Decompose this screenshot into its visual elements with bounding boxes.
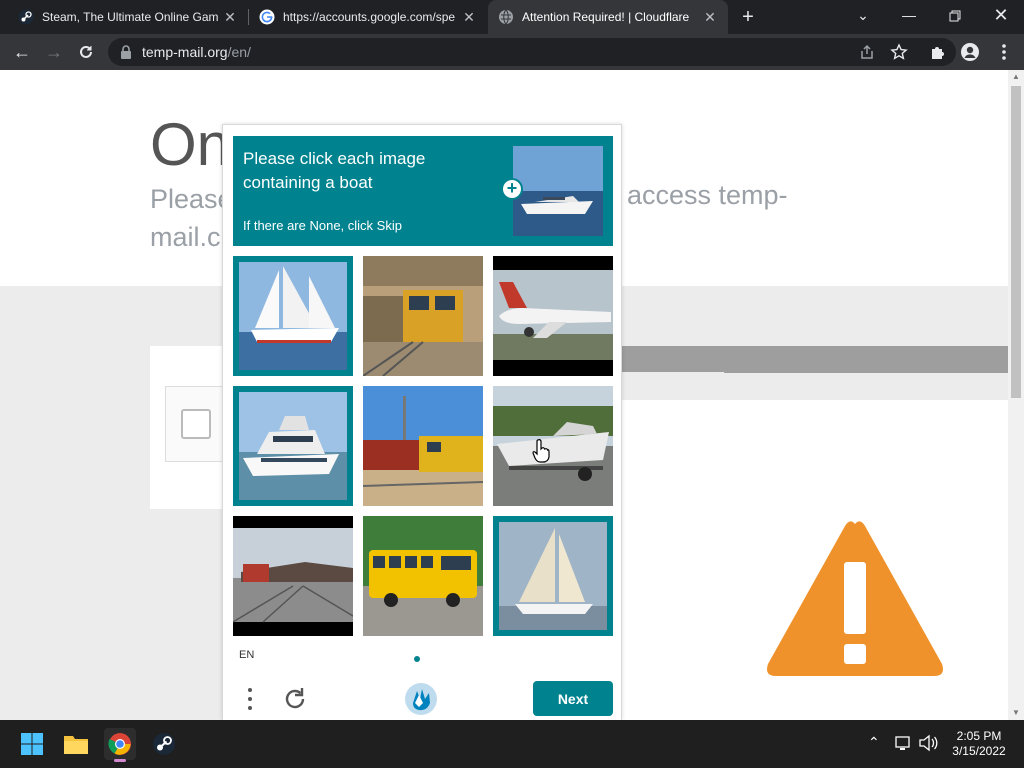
tab-title: https://accounts.google.com/spe: [283, 10, 456, 24]
warning-icon: [767, 521, 943, 676]
challenge-checkbox[interactable]: [181, 409, 211, 439]
globe-icon: [498, 9, 514, 25]
active-app-indicator: [114, 759, 126, 762]
image-tile-9[interactable]: [493, 516, 613, 636]
volume-icon[interactable]: [918, 734, 938, 755]
close-tab-icon[interactable]: ✕: [461, 9, 477, 26]
file-explorer-icon[interactable]: [60, 728, 92, 760]
reload-button[interactable]: [72, 38, 100, 66]
url-domain: temp-mail.org: [142, 44, 228, 60]
close-window-button[interactable]: ✕: [978, 0, 1024, 34]
subtext-line2: mail.c: [150, 222, 221, 252]
challenge-subprompt: If there are None, click Skip: [243, 218, 402, 233]
image-tile-2[interactable]: [363, 256, 483, 376]
image-tile-4[interactable]: [233, 386, 353, 506]
browser-tabstrip: Steam, The Ultimate Online Gam ✕ https:/…: [0, 0, 1024, 34]
new-tab-button[interactable]: +: [736, 4, 760, 30]
share-icon[interactable]: [858, 43, 876, 61]
browser-toolbar: ← → temp-mail.org/en/: [0, 34, 1024, 70]
show-hidden-icons-chevron-icon[interactable]: ⌃: [868, 734, 880, 751]
tab-title: Attention Required! | Cloudflare: [522, 10, 690, 24]
system-clock[interactable]: 2:05 PM 3/15/2022: [944, 729, 1014, 759]
screen: Steam, The Ultimate Online Gam ✕ https:/…: [0, 0, 1024, 768]
steam-icon: [18, 9, 34, 25]
image-tile-1[interactable]: [233, 256, 353, 376]
tab-cloudflare[interactable]: Attention Required! | Cloudflare ✕: [488, 0, 728, 34]
bookmark-star-icon[interactable]: [890, 43, 908, 61]
scroll-down-arrow-icon[interactable]: ▼: [1008, 706, 1024, 720]
train-image: [233, 516, 353, 636]
scrollbar-thumb[interactable]: [1011, 86, 1021, 398]
subtext-line1: Please: [150, 184, 233, 214]
train-image: [363, 256, 483, 376]
train-image: [363, 386, 483, 506]
clock-date: 3/15/2022: [952, 744, 1006, 758]
progress-bar: [620, 346, 1008, 373]
kebab-menu-icon[interactable]: [994, 42, 1014, 62]
challenge-prompt: Please click each image containing a boa…: [243, 149, 426, 192]
tab-google[interactable]: https://accounts.google.com/spe ✕: [249, 0, 487, 34]
language-selector[interactable]: EN: [239, 649, 254, 661]
page-heading: On: [150, 111, 231, 178]
hcaptcha-logo-icon[interactable]: [403, 681, 439, 717]
expand-example-icon[interactable]: +: [501, 178, 523, 200]
lock-icon[interactable]: [120, 45, 132, 64]
sailboat-image: [239, 262, 347, 370]
progress-bar-notch: [620, 372, 732, 400]
steam-icon[interactable]: [148, 728, 180, 760]
hcaptcha-challenge: Please click each image containing a boa…: [222, 124, 622, 720]
clock-time: 2:05 PM: [956, 729, 1002, 743]
scroll-up-arrow-icon[interactable]: ▲: [1008, 70, 1024, 84]
windows-start-icon[interactable]: [16, 728, 48, 760]
refresh-icon[interactable]: [281, 685, 309, 713]
address-bar[interactable]: temp-mail.org/en/: [108, 38, 956, 66]
profile-avatar-icon[interactable]: [960, 42, 980, 62]
extensions-puzzle-icon[interactable]: [928, 42, 948, 62]
menu-dots-icon[interactable]: [243, 685, 257, 713]
challenge-header: Please click each image containing a boa…: [233, 136, 613, 246]
tab-title: Steam, The Ultimate Online Gam: [42, 10, 219, 24]
url-text: temp-mail.org/en/: [142, 44, 251, 60]
image-tile-3[interactable]: [493, 256, 613, 376]
close-tab-icon[interactable]: ✕: [702, 9, 718, 26]
minimize-button[interactable]: —: [886, 0, 932, 34]
sailboat-image: [499, 522, 607, 630]
chrome-icon[interactable]: [104, 728, 136, 762]
image-tile-6[interactable]: [493, 386, 613, 506]
hand-cursor-icon: [532, 439, 550, 463]
image-tile-5[interactable]: [363, 386, 483, 506]
back-button[interactable]: ←: [8, 38, 36, 66]
google-icon: [259, 9, 275, 25]
page-subtext-right: access temp-: [627, 180, 788, 210]
page-indicator-dot: [414, 656, 420, 662]
windows-taskbar: ⌃ 2:05 PM 3/15/2022: [0, 720, 1024, 768]
tab-search-icon[interactable]: ⌄: [840, 0, 886, 34]
example-image[interactable]: [513, 146, 603, 236]
school-bus-image: [363, 516, 483, 636]
network-icon[interactable]: [894, 734, 912, 755]
boat-on-trailer-image: [493, 386, 613, 506]
airplane-image: [493, 256, 613, 376]
yacht-image: [239, 392, 347, 500]
image-tile-8[interactable]: [363, 516, 483, 636]
forward-button[interactable]: →: [40, 38, 68, 66]
url-path: /en/: [227, 44, 251, 60]
restore-button[interactable]: [932, 0, 978, 34]
next-button[interactable]: Next: [533, 681, 613, 716]
vertical-scrollbar[interactable]: ▲ ▼: [1008, 70, 1024, 720]
close-tab-icon[interactable]: ✕: [222, 9, 238, 26]
tab-steam[interactable]: Steam, The Ultimate Online Gam ✕: [8, 0, 248, 34]
image-tile-7[interactable]: [233, 516, 353, 636]
